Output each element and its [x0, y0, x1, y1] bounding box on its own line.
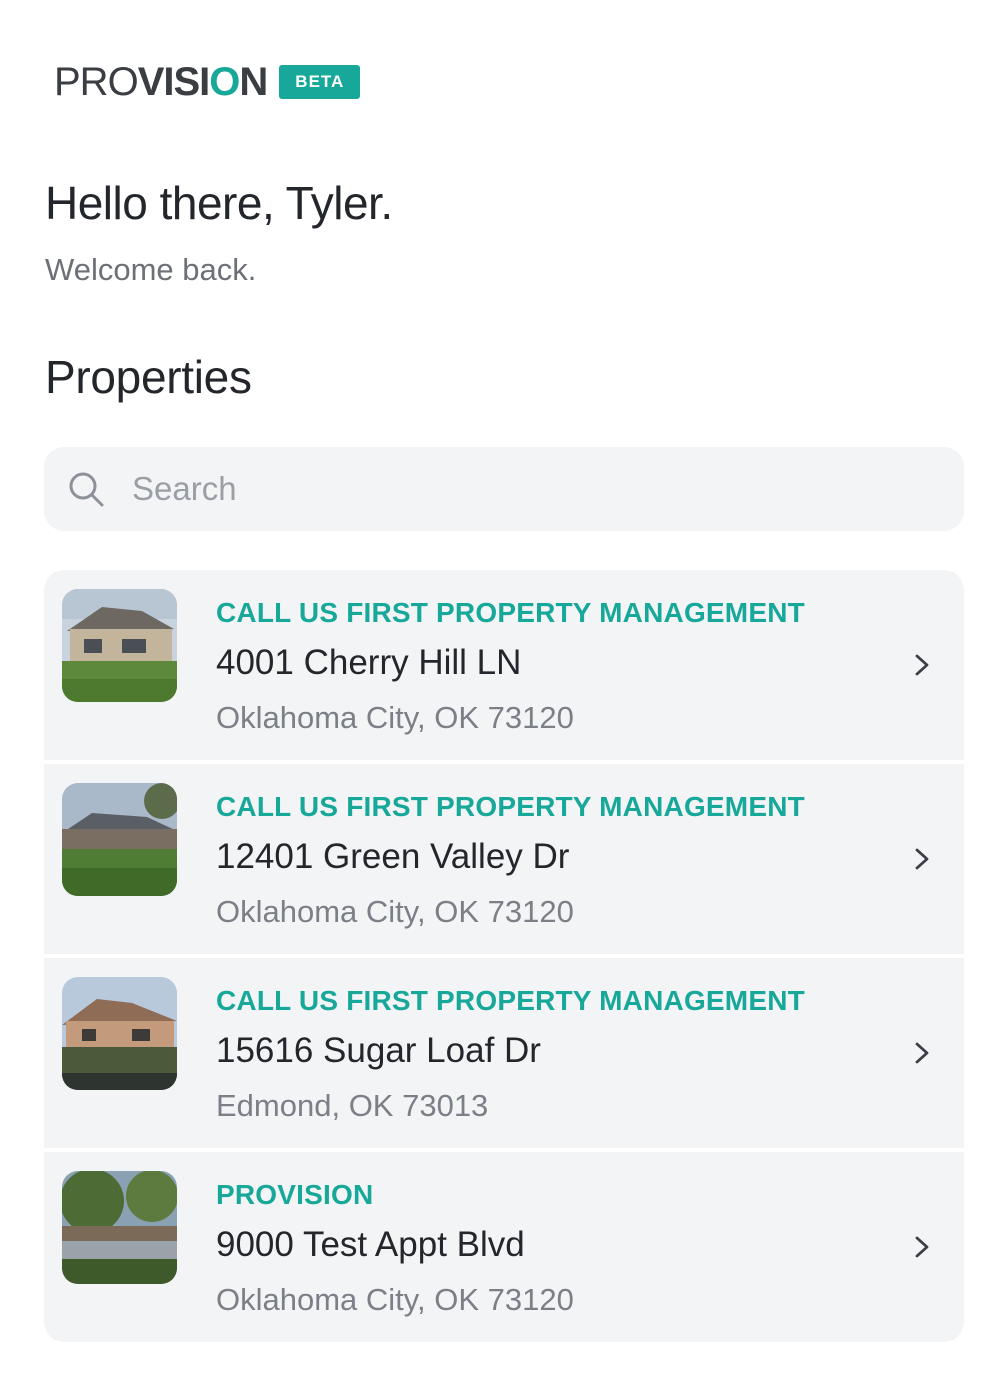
property-company: CALL US FIRST PROPERTY MANAGEMENT: [216, 985, 805, 1016]
property-photo: [62, 1171, 177, 1284]
property-city: Oklahoma City, OK 73120: [216, 894, 574, 929]
app-logo: PROVISION BETA: [54, 60, 361, 104]
property-company: CALL US FIRST PROPERTY MANAGEMENT: [216, 791, 805, 822]
beta-badge: BETA: [279, 65, 361, 99]
property-company: CALL US FIRST PROPERTY MANAGEMENT: [216, 597, 805, 628]
property-company: PROVISION: [216, 1179, 374, 1210]
property-city: Oklahoma City, OK 73120: [216, 1282, 574, 1317]
property-street: 15616 Sugar Loaf Dr: [216, 1031, 541, 1070]
chevron-right-icon[interactable]: [912, 1232, 932, 1262]
search-icon: [69, 472, 104, 507]
greeting-title: Hello there, Tyler.: [45, 177, 393, 229]
logo-wordmark: PROVISION: [54, 60, 268, 104]
property-street: 4001 Cherry Hill LN: [216, 643, 522, 682]
property-photo: [62, 783, 177, 896]
property-row[interactable]: CALL US FIRST PROPERTY MANAGEMENT 12401 …: [44, 764, 964, 954]
search-input[interactable]: [130, 469, 914, 509]
chevron-right-icon[interactable]: [912, 650, 932, 680]
property-city: Oklahoma City, OK 73120: [216, 700, 574, 735]
chevron-right-icon[interactable]: [912, 844, 932, 874]
search-bar[interactable]: [44, 447, 964, 531]
property-photo: [62, 977, 177, 1090]
property-city: Edmond, OK 73013: [216, 1088, 489, 1123]
property-row[interactable]: CALL US FIRST PROPERTY MANAGEMENT 15616 …: [44, 958, 964, 1148]
property-street: 12401 Green Valley Dr: [216, 837, 570, 876]
property-row[interactable]: PROVISION 9000 Test Appt Blvd Oklahoma C…: [44, 1152, 964, 1342]
chevron-right-icon[interactable]: [912, 1038, 932, 1068]
properties-list: CALL US FIRST PROPERTY MANAGEMENT 4001 C…: [44, 570, 964, 1342]
properties-heading: Properties: [45, 351, 252, 403]
property-row[interactable]: CALL US FIRST PROPERTY MANAGEMENT 4001 C…: [44, 570, 964, 760]
property-photo: [62, 589, 177, 702]
property-street: 9000 Test Appt Blvd: [216, 1225, 525, 1264]
greeting-subtitle: Welcome back.: [45, 252, 257, 287]
